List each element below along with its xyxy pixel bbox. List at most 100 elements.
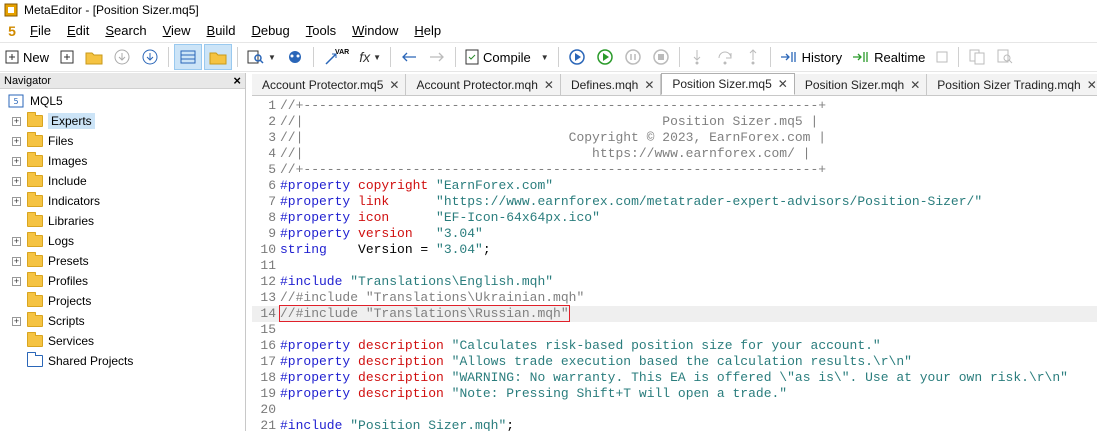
expand-icon[interactable]: + xyxy=(12,156,21,166)
editor-tabs: Account Protector.mq5 ✕ Account Protector.… xyxy=(252,73,1097,96)
highlighted-code-token: //#include "Translations\Russian.mqh" xyxy=(279,305,570,322)
close-icon[interactable]: ✕ xyxy=(910,78,920,92)
code-line[interactable]: 8 #property icon "EF-Icon-64x64px.ico" xyxy=(252,210,1097,226)
new-button[interactable]: New xyxy=(1,44,53,70)
menu-file[interactable]: File xyxy=(22,20,59,41)
code-line[interactable]: 15 xyxy=(252,322,1097,338)
tree-item-services[interactable]: Services xyxy=(12,331,94,351)
tree-item-shared-projects[interactable]: Shared Projects xyxy=(12,351,133,371)
code-line[interactable]: 5 //+------------------------------------… xyxy=(252,162,1097,178)
step-over-button[interactable] xyxy=(711,44,739,70)
forward-button[interactable] xyxy=(424,44,450,70)
menu-help[interactable]: Help xyxy=(406,20,449,41)
expand-icon[interactable]: + xyxy=(12,276,21,286)
code-line[interactable]: 18 #property description "WARNING: No war… xyxy=(252,370,1097,386)
tab-defines-mqh[interactable]: Defines.mqh ✕ xyxy=(560,74,662,95)
history-button[interactable]: History xyxy=(776,44,846,70)
tree-item-presets[interactable]: + Presets xyxy=(12,251,89,271)
code-line[interactable]: 11 xyxy=(252,258,1097,274)
close-icon[interactable]: ✕ xyxy=(778,77,788,91)
menu-tools[interactable]: Tools xyxy=(298,20,344,41)
expand-icon[interactable]: + xyxy=(12,196,21,206)
code-line[interactable]: 20 xyxy=(252,402,1097,418)
menu-build[interactable]: Build xyxy=(199,20,244,41)
code-line[interactable]: 6 #property copyright "EarnForex.com" xyxy=(252,178,1097,194)
menu-edit[interactable]: Edit xyxy=(59,20,97,41)
download-active-button[interactable] xyxy=(137,44,163,70)
code-line[interactable]: 13 //#include "Translations\Ukrainian.mqh… xyxy=(252,290,1097,306)
code-editor[interactable]: 1 //+------------------------------------… xyxy=(252,97,1097,431)
expand-icon[interactable]: + xyxy=(12,236,21,246)
step-out-button[interactable] xyxy=(741,44,765,70)
code-line[interactable]: 9 #property version "3.04" xyxy=(252,226,1097,242)
tree-label: Images xyxy=(48,154,88,168)
insert-function-button[interactable]: fx ▼ xyxy=(355,44,385,70)
menu-view[interactable]: View xyxy=(155,20,199,41)
code-line[interactable]: 10 string Version = "3.04"; xyxy=(252,242,1097,258)
close-icon[interactable]: ✕ xyxy=(544,78,554,92)
close-icon[interactable]: ✕ xyxy=(389,78,399,92)
tab-account-protector-mqh[interactable]: Account Protector.mqh ✕ xyxy=(406,74,561,95)
code-line[interactable]: 12 #include "Translations\English.mqh" xyxy=(252,274,1097,290)
run-button[interactable] xyxy=(592,44,618,70)
tree-item-projects[interactable]: Projects xyxy=(12,291,91,311)
tree-item-libraries[interactable]: Libraries xyxy=(12,211,94,231)
step-into-button[interactable] xyxy=(685,44,709,70)
code-line[interactable]: 14//#include "Translations\Russian.mqh" xyxy=(252,305,1097,322)
back-button[interactable] xyxy=(396,44,422,70)
expand-icon[interactable]: + xyxy=(12,116,21,126)
download-button[interactable] xyxy=(109,44,135,70)
expand-icon[interactable]: + xyxy=(12,316,21,326)
code-line[interactable]: 19 #property description "Note: Pressing … xyxy=(252,386,1097,402)
pause-button[interactable] xyxy=(620,44,646,70)
code-line[interactable]: 1 //+------------------------------------… xyxy=(252,98,1097,114)
insert-variable-button[interactable]: VAR xyxy=(319,44,353,70)
tree-item-profiles[interactable]: + Profiles xyxy=(12,271,88,291)
tree-item-images[interactable]: + Images xyxy=(12,151,87,171)
realtime-button[interactable]: Realtime xyxy=(848,44,929,70)
expand-icon[interactable]: + xyxy=(12,176,21,186)
find-in-files-button[interactable] xyxy=(992,44,1018,70)
tree-item-files[interactable]: + Files xyxy=(12,131,73,151)
menu-window[interactable]: Window xyxy=(344,20,406,41)
menu-debug[interactable]: Debug xyxy=(243,20,297,41)
code-line[interactable]: 21 #include "Position Sizer.mqh"; xyxy=(252,418,1097,431)
code-line[interactable]: 7 #property link "https://www.earnforex.c… xyxy=(252,194,1097,210)
tree-item-indicators[interactable]: + Indicators xyxy=(12,191,100,211)
new-tab-button[interactable] xyxy=(55,44,79,70)
tree-item-include[interactable]: + Include xyxy=(12,171,87,191)
close-icon[interactable]: ✕ xyxy=(644,78,654,92)
code-line[interactable]: 3 //| Copyright © 2023, EarnForex.com | xyxy=(252,130,1097,146)
line-number: 3 xyxy=(268,130,276,145)
community-button[interactable] xyxy=(282,44,308,70)
tree-item-experts[interactable]: + Experts xyxy=(12,111,95,131)
stop-profiling-button[interactable] xyxy=(931,44,953,70)
navigator-toggle-button[interactable] xyxy=(174,44,203,70)
code-text: #property copyright "EarnForex.com" xyxy=(280,178,553,194)
code-line[interactable]: 17 #property description "Allows trade ex… xyxy=(252,354,1097,370)
tree-root-mql5[interactable]: 5 MQL5 xyxy=(8,91,63,111)
tab-account-protector-mq5[interactable]: Account Protector.mq5 ✕ xyxy=(252,74,407,95)
close-icon[interactable]: × xyxy=(233,73,241,88)
folder-toggle-button[interactable] xyxy=(204,44,233,70)
pause-icon xyxy=(624,49,641,65)
tab-position-sizer-mqh[interactable]: Position Sizer.mqh ✕ xyxy=(794,74,928,95)
code-line[interactable]: 2 //| Position Sizer.mq5 | xyxy=(252,114,1097,130)
expand-icon[interactable]: + xyxy=(12,136,21,146)
code-line[interactable]: 16 #property description "Calculates risk… xyxy=(252,338,1097,354)
code-token: "Allows trade execution based the calcul… xyxy=(451,354,912,369)
tab-position-sizer-mq5[interactable]: Position Sizer.mq5 ✕ xyxy=(661,73,795,95)
expand-icon[interactable]: + xyxy=(12,256,21,266)
code-line[interactable]: 4 //| https://www.earnforex.com/ | xyxy=(252,146,1097,162)
tree-item-logs[interactable]: + Logs xyxy=(12,231,74,251)
open-folder-button[interactable] xyxy=(81,44,107,70)
stop-button[interactable] xyxy=(648,44,674,70)
menu-search[interactable]: Search xyxy=(97,20,154,41)
debug-start-button[interactable] xyxy=(564,44,590,70)
close-icon[interactable]: ✕ xyxy=(1087,78,1097,92)
tree-item-scripts[interactable]: + Scripts xyxy=(12,311,85,331)
search-dropdown-button[interactable]: ▼ xyxy=(243,44,280,70)
copy-button[interactable] xyxy=(964,44,990,70)
tab-position-sizer-trading-mqh[interactable]: Position Sizer Trading.mqh ✕ xyxy=(927,74,1097,95)
compile-button[interactable]: Compile ▼ xyxy=(461,44,553,70)
